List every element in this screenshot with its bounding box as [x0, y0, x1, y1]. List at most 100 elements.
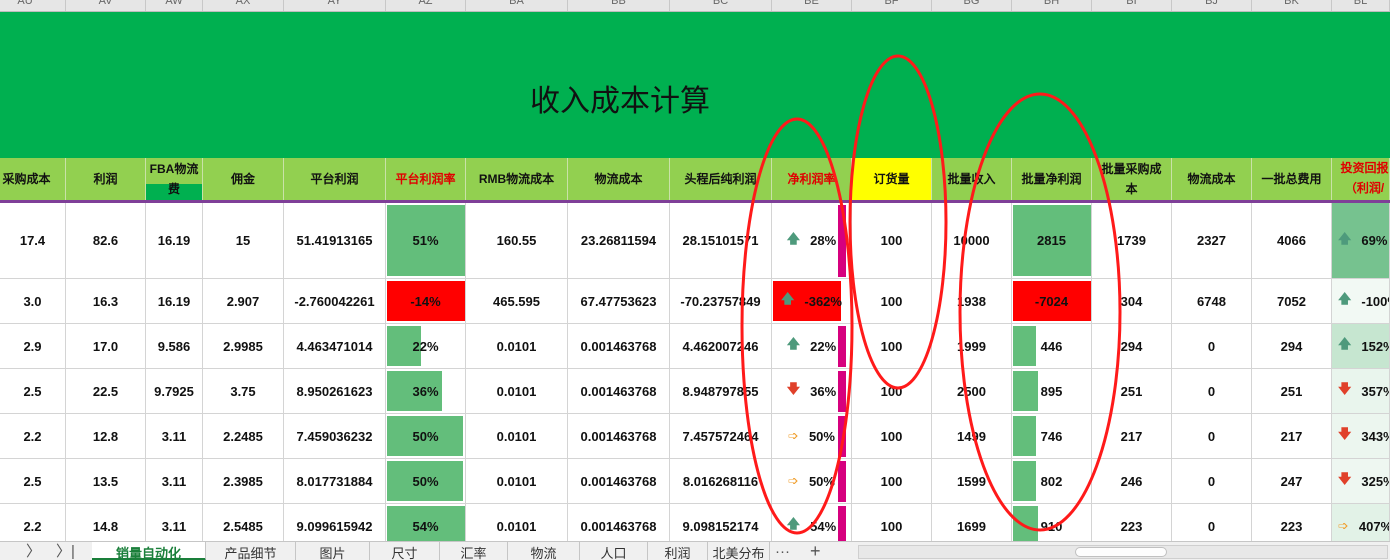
header-rmb-logistics[interactable]: RMB物流成本 — [466, 158, 568, 200]
cell-platform-margin[interactable]: 36% — [386, 369, 466, 414]
column-letter-ay[interactable]: AY — [284, 0, 386, 11]
header-logistics-cost[interactable]: 物流成本 — [568, 158, 670, 200]
cell-fba[interactable]: 3.11 — [146, 459, 203, 504]
column-letter-bf[interactable]: BF — [852, 0, 932, 11]
sheet-tab-0[interactable]: 销量自动化 — [92, 542, 206, 560]
cell-fba[interactable]: 16.19 — [146, 203, 203, 279]
cell-fba[interactable]: 9.586 — [146, 324, 203, 369]
cell-purchase-cost[interactable]: 2.2 — [0, 414, 66, 459]
cell-rmb-logistics[interactable]: 0.0101 — [466, 414, 568, 459]
column-letter-bi[interactable]: BI — [1092, 0, 1172, 11]
cell-batch-logistics[interactable]: 0 — [1172, 324, 1252, 369]
cell-net-after[interactable]: 8.948797855 — [670, 369, 772, 414]
header-roi-1[interactable]: 投资回报 （利润/购 — [1332, 158, 1390, 200]
cell-batch-total[interactable]: 7052 — [1252, 279, 1332, 324]
column-letter-au[interactable]: AU — [0, 0, 66, 11]
cell-batch-logistics[interactable]: 0 — [1172, 414, 1252, 459]
cell-net-after[interactable]: 4.462007246 — [670, 324, 772, 369]
cell-logistics-cost[interactable]: 67.47753623 — [568, 279, 670, 324]
header-batch-total-cost[interactable]: 一批总费用 — [1252, 158, 1332, 200]
cell-batch-total[interactable]: 247 — [1252, 459, 1332, 504]
cell-profit[interactable]: 16.3 — [66, 279, 146, 324]
cell-net-after[interactable]: 28.15101571 — [670, 203, 772, 279]
cell-batch-purchase[interactable]: 251 — [1092, 369, 1172, 414]
cell-roi[interactable]: 🡇 325% — [1332, 459, 1390, 504]
cell-batch-logistics[interactable]: 6748 — [1172, 279, 1252, 324]
cell-batch-logistics[interactable]: 2327 — [1172, 203, 1252, 279]
cell-profit[interactable]: 82.6 — [66, 203, 146, 279]
cell-order-qty[interactable]: 100 — [852, 203, 932, 279]
cell-profit[interactable]: 17.0 — [66, 324, 146, 369]
header-profit[interactable]: 利润 — [66, 158, 146, 200]
cell-rmb-logistics[interactable]: 465.595 — [466, 279, 568, 324]
cell-commission[interactable]: 2.3985 — [203, 459, 284, 504]
horizontal-scrollbar[interactable] — [858, 545, 1388, 559]
column-letter-aw[interactable]: AW — [146, 0, 203, 11]
cell-net-after[interactable]: 8.016268116 — [670, 459, 772, 504]
scrollbar-thumb[interactable] — [1075, 547, 1167, 557]
sheet-tab-2[interactable]: 图片 — [296, 542, 370, 560]
cell-platform-profit[interactable]: 51.41913165 — [284, 203, 386, 279]
cell-batch-logistics[interactable]: 0 — [1172, 369, 1252, 414]
sheet-tab-3[interactable]: 尺寸 — [370, 542, 440, 560]
cell-purchase-cost[interactable]: 2.5 — [0, 459, 66, 504]
header-purchase-cost[interactable]: 采购成本 — [0, 158, 66, 200]
cell-logistics-cost[interactable]: 0.001463768 — [568, 324, 670, 369]
sheet-tab-7[interactable]: 利润 — [648, 542, 708, 560]
column-letter-ba[interactable]: BA — [466, 0, 568, 11]
cell-batch-revenue[interactable]: 1499 — [932, 414, 1012, 459]
header-fba-fee-1[interactable]: FBA物流费 — [146, 158, 203, 200]
sheet-tab-8[interactable]: 北美分布 — [708, 542, 770, 560]
cell-roi[interactable]: 🡅 69% — [1332, 203, 1390, 279]
cell-roi[interactable]: 🡅 152% — [1332, 324, 1390, 369]
column-letter-bb[interactable]: BB — [568, 0, 670, 11]
cell-batch-net-profit[interactable]: 746 — [1012, 414, 1092, 459]
cell-logistics-cost[interactable]: 23.26811594 — [568, 203, 670, 279]
column-letter-az[interactable]: AZ — [386, 0, 466, 11]
cell-rmb-logistics[interactable]: 0.0101 — [466, 459, 568, 504]
cell-roi[interactable]: 🡅 -100% — [1332, 279, 1390, 324]
cell-batch-logistics[interactable]: 0 — [1172, 459, 1252, 504]
cell-commission[interactable]: 15 — [203, 203, 284, 279]
sheet-tab-1[interactable]: 产品细节 — [206, 542, 296, 560]
column-letter-bc[interactable]: BC — [670, 0, 772, 11]
cell-batch-purchase[interactable]: 246 — [1092, 459, 1172, 504]
cell-commission[interactable]: 2.9985 — [203, 324, 284, 369]
cell-batch-total[interactable]: 4066 — [1252, 203, 1332, 279]
cell-batch-purchase[interactable]: 217 — [1092, 414, 1172, 459]
column-letter-bk[interactable]: BK — [1252, 0, 1332, 11]
cell-purchase-cost[interactable]: 2.5 — [0, 369, 66, 414]
cell-fba[interactable]: 3.11 — [146, 414, 203, 459]
cell-net-margin[interactable]: 🡅 -362% — [772, 279, 852, 324]
header-platform-margin[interactable]: 平台利润率 — [386, 158, 466, 200]
cell-platform-margin[interactable]: 50% — [386, 459, 466, 504]
cell-rmb-logistics[interactable]: 160.55 — [466, 203, 568, 279]
cell-platform-margin[interactable]: 50% — [386, 414, 466, 459]
cell-rmb-logistics[interactable]: 0.0101 — [466, 324, 568, 369]
cell-order-qty[interactable]: 100 — [852, 414, 932, 459]
cell-roi[interactable]: 🡇 357% — [1332, 369, 1390, 414]
cell-profit[interactable]: 22.5 — [66, 369, 146, 414]
cell-batch-revenue[interactable]: 2500 — [932, 369, 1012, 414]
column-letter-ax[interactable]: AX — [203, 0, 284, 11]
sheet-tab-5[interactable]: 物流 — [508, 542, 580, 560]
cell-order-qty[interactable]: 100 — [852, 279, 932, 324]
sheet-tab-4[interactable]: 汇率 — [440, 542, 508, 560]
column-letter-bg[interactable]: BG — [932, 0, 1012, 11]
column-letter-be[interactable]: BE — [772, 0, 852, 11]
cell-commission[interactable]: 3.75 — [203, 369, 284, 414]
cell-order-qty[interactable]: 100 — [852, 459, 932, 504]
cell-rmb-logistics[interactable]: 0.0101 — [466, 369, 568, 414]
cell-logistics-cost[interactable]: 0.001463768 — [568, 414, 670, 459]
cell-platform-profit[interactable]: -2.760042261 — [284, 279, 386, 324]
cell-purchase-cost[interactable]: 17.4 — [0, 203, 66, 279]
cell-batch-net-profit[interactable]: 895 — [1012, 369, 1092, 414]
cell-fba[interactable]: 16.19 — [146, 279, 203, 324]
header-batch-logistics-cost[interactable]: 物流成本 — [1172, 158, 1252, 200]
cell-platform-profit[interactable]: 7.459036232 — [284, 414, 386, 459]
cell-platform-profit[interactable]: 4.463471014 — [284, 324, 386, 369]
header-batch-purchase-cost-1[interactable]: 批量采购成本 — [1092, 158, 1172, 200]
cell-roi[interactable]: 🡇 343% — [1332, 414, 1390, 459]
cell-platform-margin[interactable]: 51% — [386, 203, 466, 279]
cell-profit[interactable]: 13.5 — [66, 459, 146, 504]
